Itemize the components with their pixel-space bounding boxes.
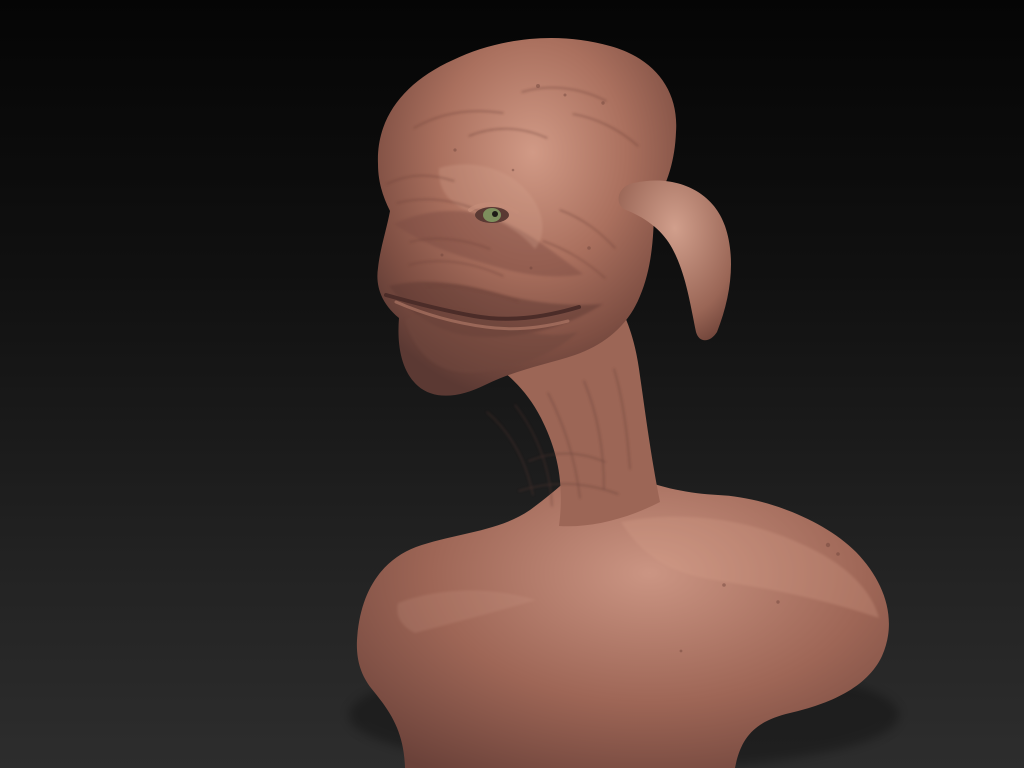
3d-viewport[interactable] (0, 0, 1024, 768)
render-scene[interactable] (0, 0, 1024, 768)
creature-bust-render[interactable] (0, 0, 1024, 768)
eye (483, 208, 501, 222)
